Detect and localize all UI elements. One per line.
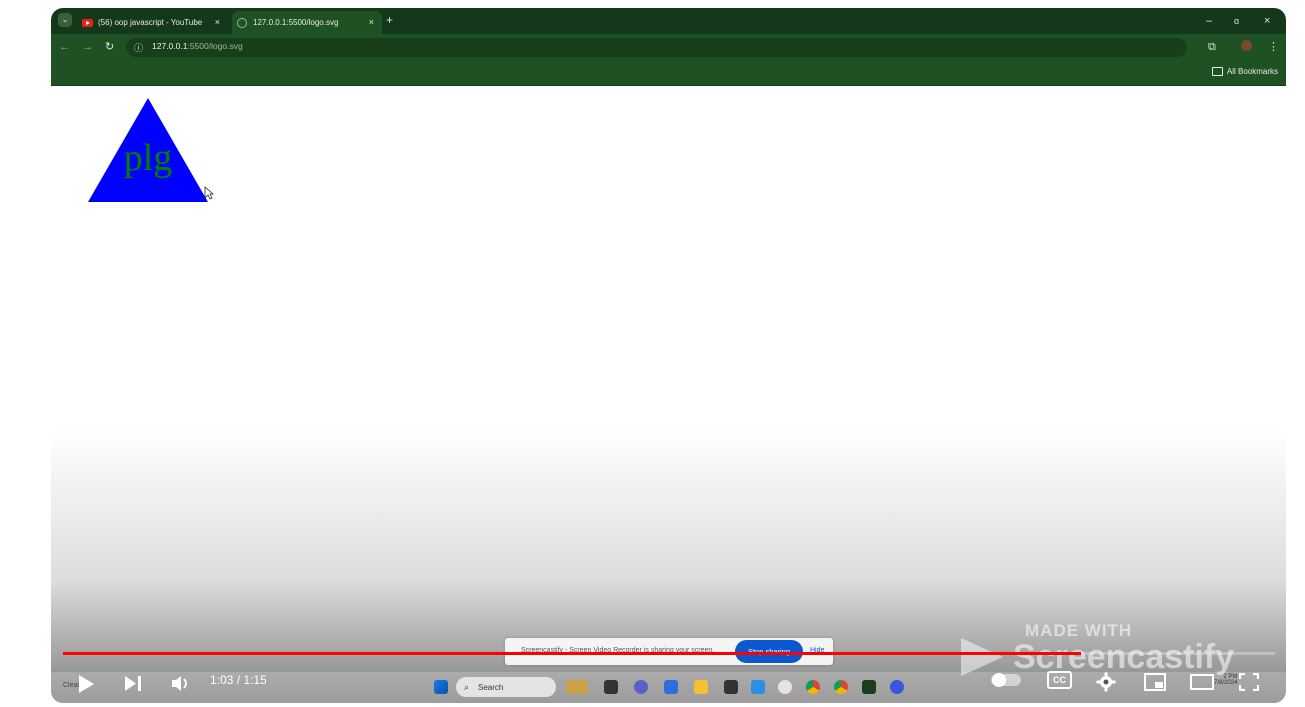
tab-logo-svg[interactable]: 127.0.0.1:5500/logo.svg × [232, 11, 382, 34]
progress-played [63, 652, 1082, 655]
youtube-favicon-icon [82, 18, 93, 27]
address-bar[interactable]: ⓘ 127.0.0.1:5500/logo.svg [126, 38, 1187, 57]
back-arrow-icon[interactable]: ← [59, 40, 70, 54]
miniplayer-icon[interactable] [1144, 673, 1166, 691]
fullscreen-icon[interactable] [1239, 673, 1259, 691]
bookmarks-bar: All Bookmarks [51, 61, 1286, 86]
url-host: 127.0.0.1 [152, 41, 188, 51]
extensions-icon[interactable]: ⧉ [1208, 40, 1216, 54]
next-button[interactable] [124, 675, 142, 692]
browser-menu-icon[interactable]: ⋮ [1268, 40, 1279, 54]
new-tab-button[interactable]: + [386, 13, 393, 27]
progress-bar[interactable] [63, 652, 1275, 655]
forward-arrow-icon[interactable]: → [82, 40, 93, 54]
all-bookmarks-button[interactable]: All Bookmarks [1211, 67, 1278, 76]
tab-label: (56) oop javascript - YouTube [98, 18, 203, 27]
theater-mode-icon[interactable] [1190, 674, 1214, 690]
close-window-button[interactable]: × [1264, 14, 1270, 28]
tab-label: 127.0.0.1:5500/logo.svg [253, 18, 339, 27]
tab-youtube[interactable]: (56) oop javascript - YouTube × [78, 11, 228, 34]
url-path: :5500/logo.svg [187, 41, 243, 51]
site-info-icon[interactable]: ⓘ [134, 41, 143, 55]
plg-logo: plg [88, 98, 208, 202]
volume-icon[interactable] [171, 675, 191, 692]
reload-icon[interactable]: ↻ [105, 40, 114, 54]
tab-close-icon[interactable]: × [215, 17, 220, 27]
autoplay-knob [992, 673, 1006, 687]
all-bookmarks-label: All Bookmarks [1226, 67, 1278, 76]
mouse-cursor-icon [204, 186, 214, 200]
browser-tab-strip: ⌄ (56) oop javascript - YouTube × 127.0.… [51, 8, 1286, 34]
tab-close-icon[interactable]: × [369, 17, 374, 27]
minimize-button[interactable]: – [1206, 14, 1212, 28]
play-button[interactable] [77, 674, 95, 694]
url-text: 127.0.0.1:5500/logo.svg [152, 41, 243, 51]
restore-button[interactable]: ɑ [1234, 14, 1239, 28]
logo-text: plg [124, 137, 173, 179]
profile-avatar-icon[interactable] [1241, 40, 1252, 51]
tab-search-icon[interactable]: ⌄ [58, 13, 72, 27]
video-player[interactable]: ⌄ (56) oop javascript - YouTube × 127.0.… [51, 8, 1286, 703]
settings-gear-icon[interactable] [1096, 672, 1116, 692]
page-favicon-icon [237, 17, 247, 28]
player-controls: 1:03 / 1:15 CC [51, 663, 1286, 703]
folder-icon [1211, 67, 1223, 76]
time-display: 1:03 / 1:15 [210, 673, 267, 687]
autoplay-toggle[interactable] [991, 673, 1021, 687]
subtitles-button[interactable]: CC [1047, 671, 1072, 689]
